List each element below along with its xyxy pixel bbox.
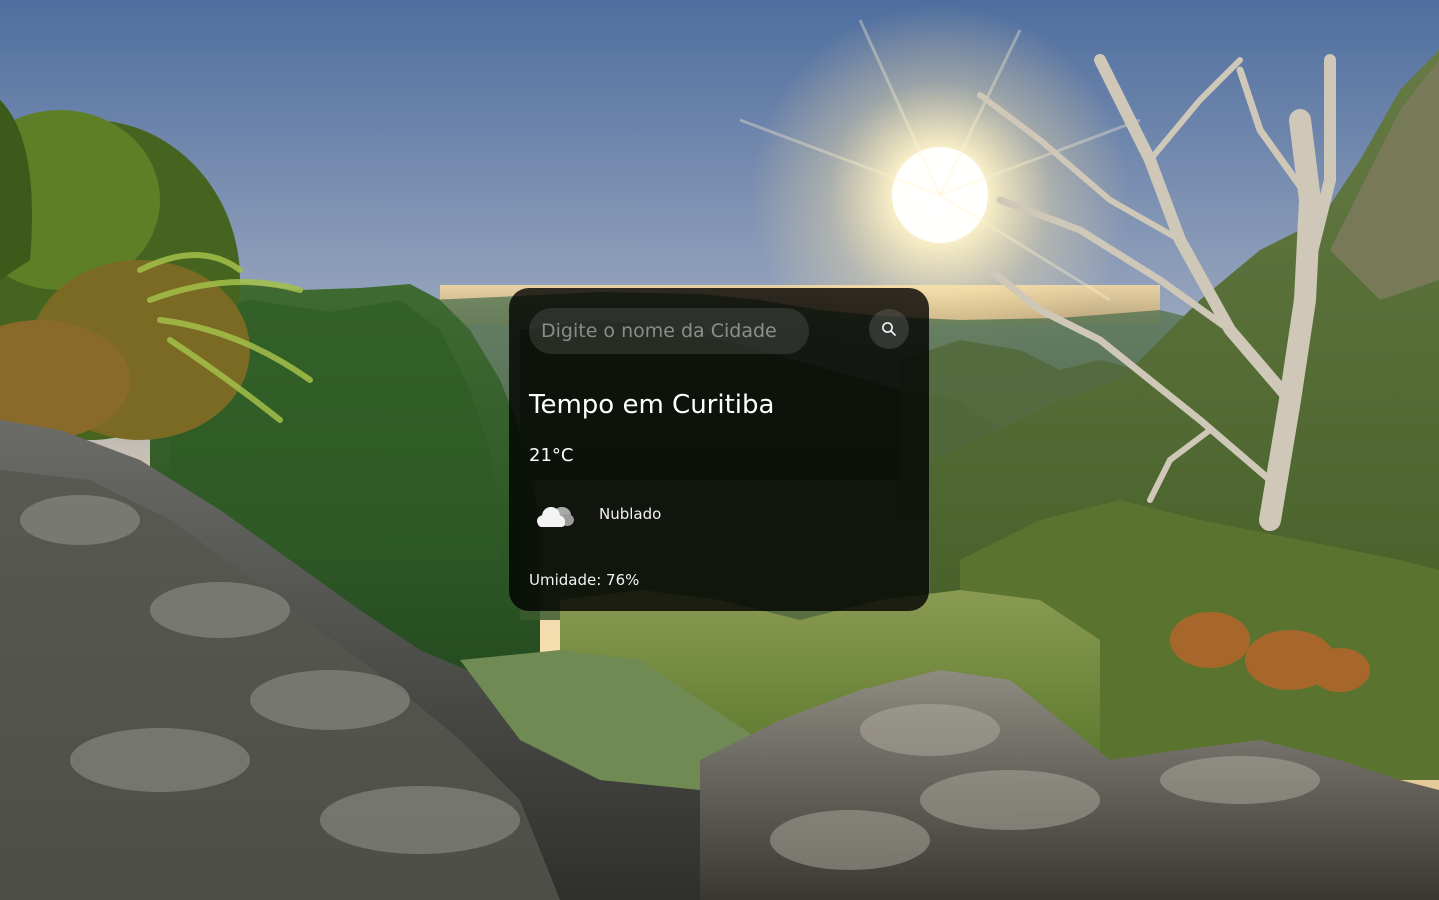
cloud-icon (535, 502, 575, 530)
search-icon (882, 322, 896, 336)
city-search-input[interactable] (529, 308, 809, 354)
humidity-value: 76% (606, 571, 640, 589)
condition-text: Nublado (599, 505, 662, 523)
search-button[interactable] (869, 309, 909, 349)
humidity-text: Umidade: 76% (529, 570, 639, 590)
city-title: Tempo em Curitiba (529, 390, 775, 420)
humidity-label: Umidade: (529, 571, 607, 589)
condition-row: Nublado (529, 498, 909, 532)
temperature-value: 21°C (529, 445, 574, 466)
search-row (529, 308, 909, 354)
